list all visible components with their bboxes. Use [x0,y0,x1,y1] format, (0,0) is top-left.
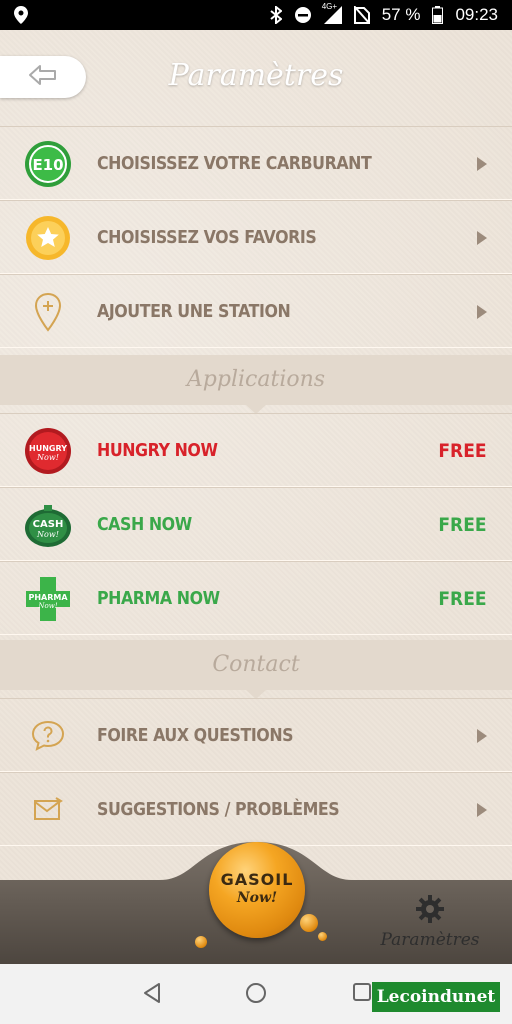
chevron-right-icon [477,305,487,319]
network-type: 4G+ [321,2,338,11]
cash-now-label: CASH NOW [97,514,192,535]
cash-now-price: FREE [438,514,487,536]
mail-icon [24,786,72,834]
battery-text: 57 % [381,5,421,24]
section-header-applications: Applications [0,355,512,414]
cash-now-row[interactable]: CASH Now! CASH NOW FREE [0,487,512,561]
suggestions-row[interactable]: SUGGESTIONS / PROBLÈMES [0,772,512,846]
faq-row[interactable]: FOIRE AUX QUESTIONS [0,698,512,772]
recents-square-icon[interactable] [352,982,372,1002]
section-title: Contact [212,652,300,677]
hungry-now-logo: HUNGRY Now! [24,427,72,475]
location-icon [14,6,28,24]
map-pin-add-icon [24,288,72,336]
tab-settings[interactable]: Paramètres [370,894,490,958]
logo-line2: Now! [236,890,278,906]
tab-settings-label: Paramètres [380,930,480,950]
svg-text:Now!: Now! [36,530,59,539]
e10-fuel-icon: E10 [24,140,72,188]
pharma-now-logo: PHARMA Now! [24,575,72,623]
battery-icon [432,6,444,24]
fuel-choice-row[interactable]: E10 CHOISISSEZ VOTRE CARBURANT [0,126,512,200]
chevron-right-icon [477,231,487,245]
status-bar: 4G+ 57 % 09:23 [0,0,512,30]
settings-screen: Paramètres E10 CHOISISSEZ VOTRE CARBURAN… [0,30,512,964]
logo-line1: GASOIL [220,870,294,889]
no-sim-icon [353,6,370,24]
section-title: Applications [186,367,326,392]
pharma-now-row[interactable]: PHARMA Now! PHARMA NOW FREE [0,561,512,635]
gear-icon [416,895,444,923]
chevron-right-icon [477,803,487,817]
favorites-row[interactable]: CHOISISSEZ VOS FAVORIS [0,200,512,274]
star-icon [24,214,72,262]
hungry-now-label: HUNGRY NOW [97,440,218,461]
faq-label: FOIRE AUX QUESTIONS [97,725,294,746]
header: Paramètres [0,30,512,126]
add-station-row[interactable]: AJOUTER UNE STATION [0,274,512,348]
add-station-label: AJOUTER UNE STATION [97,301,291,322]
question-bubble-icon [24,712,72,760]
chevron-right-icon [477,729,487,743]
svg-text:E10: E10 [32,156,63,174]
do-not-disturb-icon [294,6,312,24]
pharma-now-label: PHARMA NOW [97,588,220,609]
svg-text:PHARMA: PHARMA [28,593,68,602]
cash-now-logo: CASH Now! [24,501,72,549]
svg-text:Now!: Now! [36,453,59,462]
pharma-now-price: FREE [438,588,487,610]
fuel-choice-label: CHOISISSEZ VOTRE CARBURANT [97,153,372,174]
signal-icon: 4G+ [322,2,342,24]
gasoil-now-home-button[interactable]: GASOIL Now! [209,842,305,938]
svg-text:Now!: Now! [37,602,57,610]
bluetooth-icon [270,6,282,24]
decorative-bubble [318,932,327,941]
watermark: Lecoindunet [372,982,500,1012]
decorative-bubble [195,936,207,948]
hungry-now-price: FREE [438,440,487,462]
svg-text:CASH: CASH [33,519,64,530]
hungry-now-row[interactable]: HUNGRY Now! HUNGRY NOW FREE [0,413,512,487]
back-triangle-icon[interactable] [142,982,162,1004]
home-circle-icon[interactable] [245,982,267,1004]
section-header-contact: Contact [0,640,512,699]
decorative-bubble [300,914,318,932]
favorites-label: CHOISISSEZ VOS FAVORIS [97,227,317,248]
page-title: Paramètres [168,58,344,93]
clock: 09:23 [455,5,498,24]
svg-text:HUNGRY: HUNGRY [29,444,67,453]
chevron-right-icon [477,157,487,171]
